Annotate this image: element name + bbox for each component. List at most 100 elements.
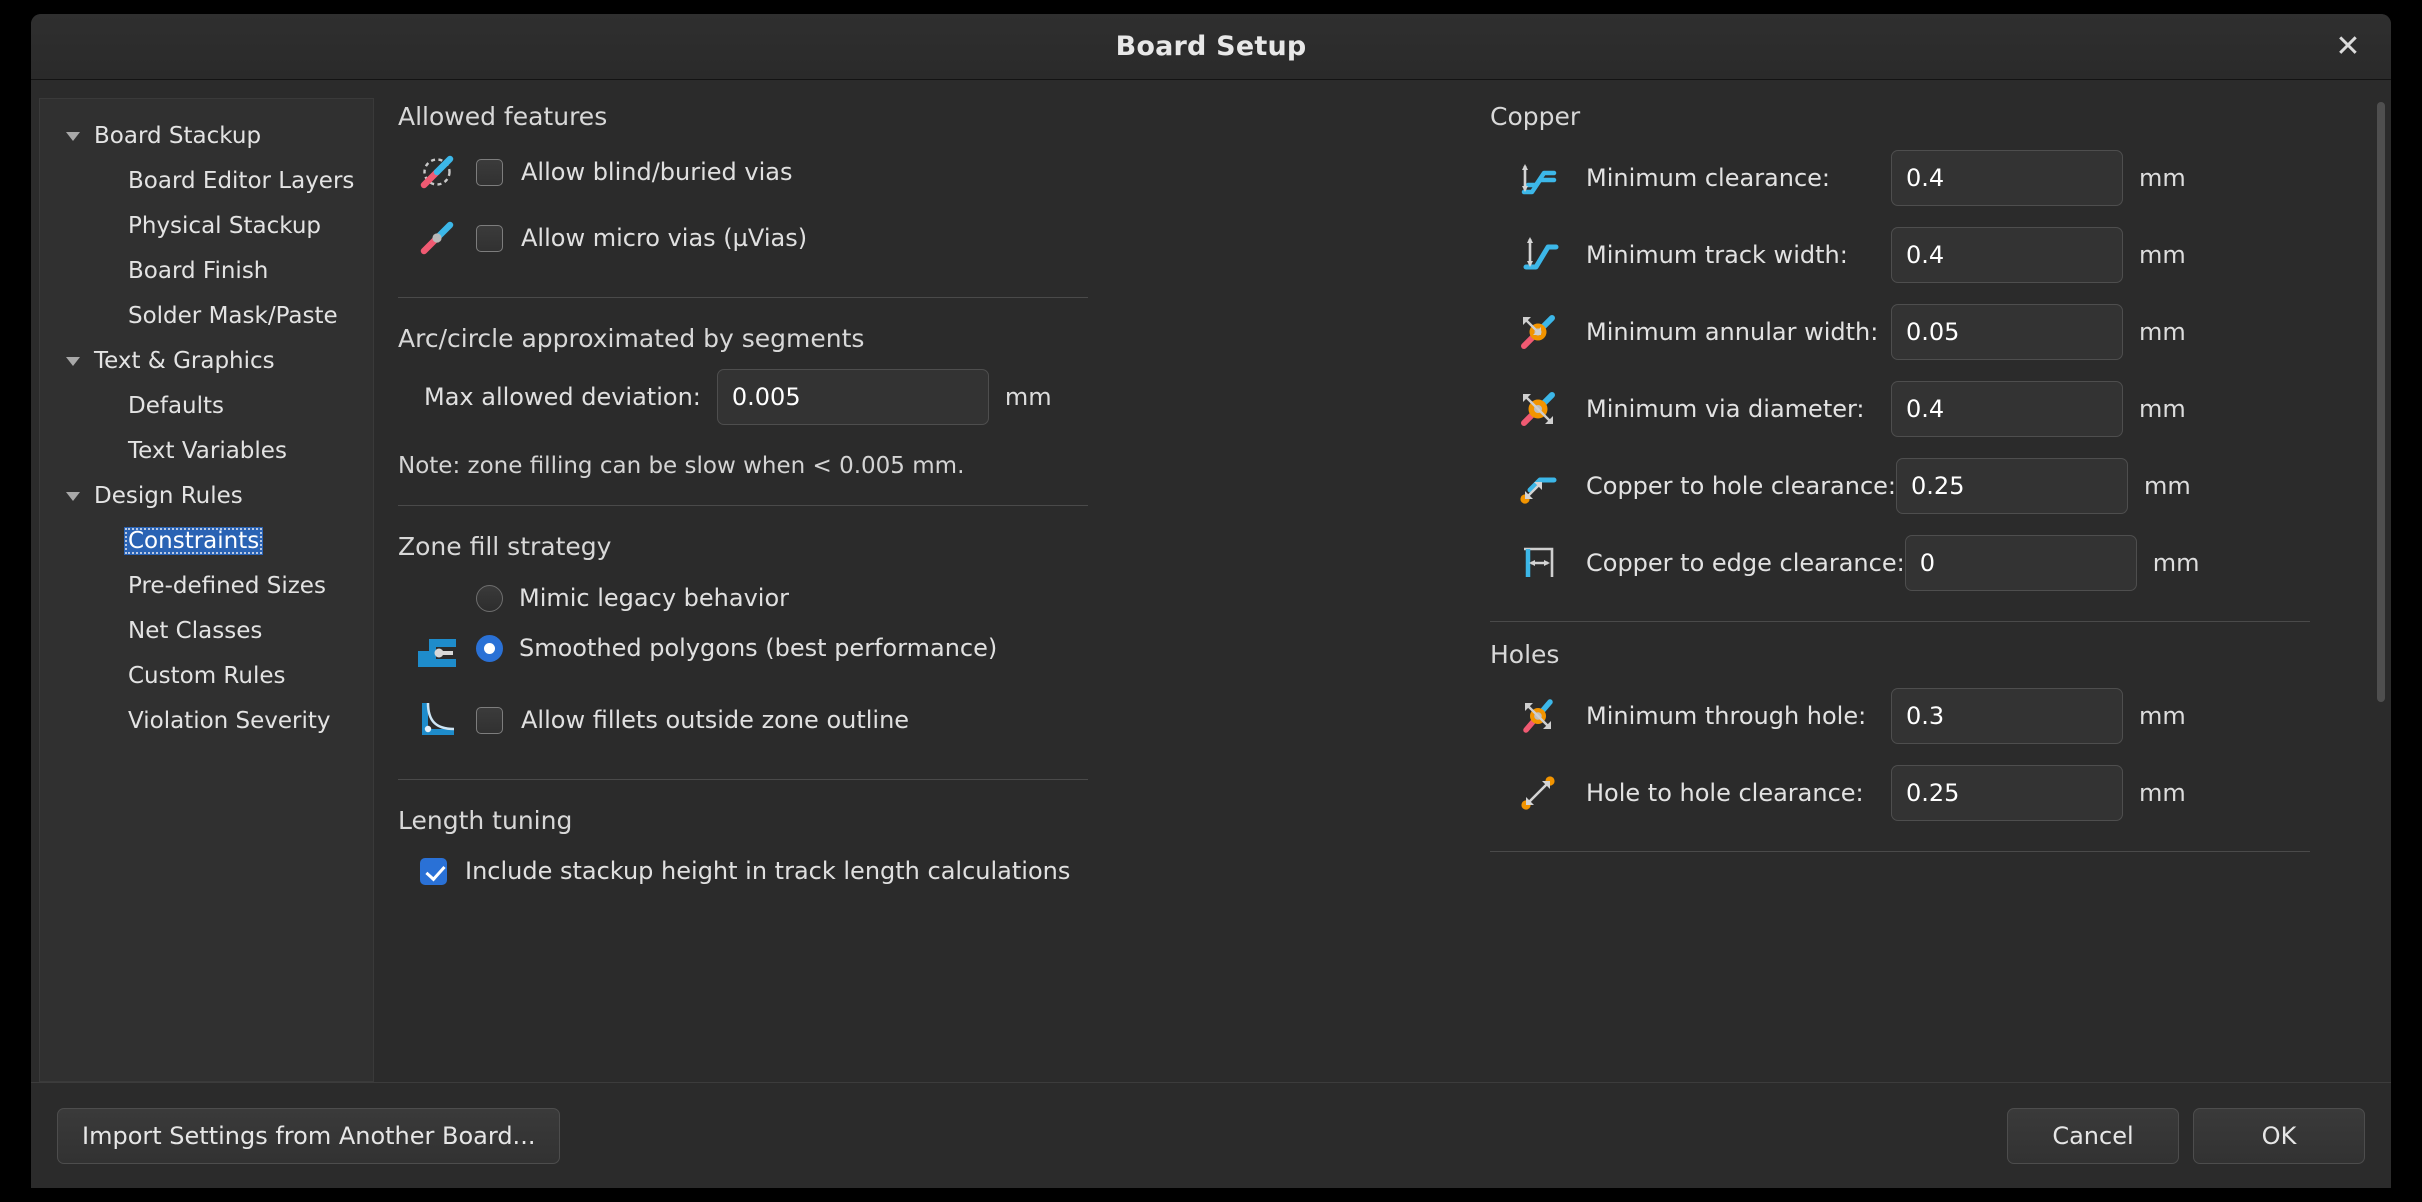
- zone-fill-option-smoothed-radio[interactable]: [476, 635, 503, 662]
- cancel-button[interactable]: Cancel: [2007, 1108, 2179, 1164]
- allow-blind-buried-checkbox[interactable]: [476, 159, 503, 186]
- minimum-clearance-input[interactable]: [1891, 150, 2123, 206]
- sidebar-item-solder-mask-paste[interactable]: Solder Mask/Paste: [40, 293, 373, 338]
- allow-micro-vias-label: Allow micro vias (µVias): [521, 224, 807, 252]
- sidebar-item-label: Board Stackup: [90, 122, 265, 150]
- minimum-track-width-row: Minimum track width:mm: [1490, 216, 2375, 293]
- include-stackup-label: Include stackup height in track length c…: [465, 857, 1070, 885]
- via-micro-icon: [398, 215, 476, 261]
- max-deviation-unit: mm: [1005, 383, 1052, 411]
- zone-fill-icon: [398, 575, 476, 671]
- field-label: Minimum via diameter:: [1586, 395, 1891, 423]
- minimum-track-width-input[interactable]: [1891, 227, 2123, 283]
- zone-fill-option-mimic-radio[interactable]: [476, 585, 503, 612]
- field-label: Minimum clearance:: [1586, 164, 1891, 192]
- field-label: Hole to hole clearance:: [1586, 779, 1891, 807]
- sidebar-item-text-graphics[interactable]: Text & Graphics: [40, 338, 373, 383]
- allow-blind-buried-row[interactable]: Allow blind/buried vias: [398, 139, 1418, 205]
- minimum-annular-width-row: Minimum annular width:mm: [1490, 293, 2375, 370]
- divider-copper-holes: [1490, 621, 2310, 622]
- hole-to-hole-clearance-input[interactable]: [1891, 765, 2123, 821]
- copper-to-hole-icon: [1490, 463, 1586, 509]
- zone-fill-heading: Zone fill strategy: [398, 532, 1418, 561]
- sidebar-item-label: Custom Rules: [124, 662, 289, 690]
- field-unit: mm: [2139, 779, 2186, 807]
- sidebar-item-label: Net Classes: [124, 617, 266, 645]
- max-deviation-row: Max allowed deviation: mm: [398, 369, 1418, 425]
- chevron-down-icon[interactable]: [56, 351, 90, 371]
- field-unit: mm: [2139, 241, 2186, 269]
- via-blind-buried-icon: [398, 149, 476, 195]
- divider-3: [398, 779, 1088, 780]
- sidebar-item-label: Design Rules: [90, 482, 247, 510]
- sidebar-item-label: Text & Graphics: [90, 347, 279, 375]
- close-icon[interactable]: ✕: [2327, 26, 2369, 68]
- min-track-width-icon: [1490, 232, 1586, 278]
- sidebar-item-physical-stackup[interactable]: Physical Stackup: [40, 203, 373, 248]
- panel-scrollbar[interactable]: [2375, 102, 2387, 1078]
- field-unit: mm: [2153, 549, 2200, 577]
- field-unit: mm: [2139, 702, 2186, 730]
- allow-micro-vias-checkbox[interactable]: [476, 225, 503, 252]
- sidebar-item-label: Board Finish: [124, 257, 272, 285]
- chevron-down-icon[interactable]: [56, 486, 90, 506]
- allow-micro-vias-row[interactable]: Allow micro vias (µVias): [398, 205, 1418, 271]
- sidebar-item-label: Constraints: [124, 527, 263, 555]
- zone-fill-option-mimic-label: Mimic legacy behavior: [519, 584, 789, 612]
- sidebar-item-label: Physical Stackup: [124, 212, 325, 240]
- divider-2: [398, 505, 1088, 506]
- minimum-via-diameter-input[interactable]: [1891, 381, 2123, 437]
- max-deviation-input[interactable]: [717, 369, 989, 425]
- zone-fill-option-mimic-row[interactable]: Mimic legacy behavior: [476, 573, 1418, 623]
- sidebar-item-design-rules[interactable]: Design Rules: [40, 473, 373, 518]
- sidebar-item-label: Pre-defined Sizes: [124, 572, 330, 600]
- max-deviation-label: Max allowed deviation:: [424, 383, 701, 411]
- sidebar-item-constraints[interactable]: Constraints: [40, 518, 373, 563]
- sidebar-item-label: Solder Mask/Paste: [124, 302, 342, 330]
- settings-tree[interactable]: Board Stackup Board Editor Layers Physical…: [39, 98, 374, 1082]
- allow-fillets-checkbox[interactable]: [476, 707, 503, 734]
- sidebar-item-defaults[interactable]: Defaults: [40, 383, 373, 428]
- minimum-annular-width-input[interactable]: [1891, 304, 2123, 360]
- zone-fill-note: Note: zone filling can be slow when < 0.…: [398, 453, 1418, 479]
- sidebar-item-text-variables[interactable]: Text Variables: [40, 428, 373, 473]
- sidebar-item-net-classes[interactable]: Net Classes: [40, 608, 373, 653]
- sidebar-item-pre-defined-sizes[interactable]: Pre-defined Sizes: [40, 563, 373, 608]
- min-through-hole-icon: [1490, 693, 1586, 739]
- copper-to-edge-clearance-input[interactable]: [1905, 535, 2137, 591]
- field-unit: mm: [2139, 395, 2186, 423]
- sidebar-item-board-finish[interactable]: Board Finish: [40, 248, 373, 293]
- sidebar-item-violation-severity[interactable]: Violation Severity: [40, 698, 373, 743]
- length-tuning-heading: Length tuning: [398, 806, 1418, 835]
- panel-scrollbar-thumb[interactable]: [2377, 102, 2385, 702]
- title-bar: Board Setup ✕: [31, 14, 2391, 80]
- holes-field-list: Minimum through hole: mm Hole to hole clea…: [1490, 677, 2375, 831]
- hole-to-hole-icon: [1490, 770, 1586, 816]
- allow-fillets-row[interactable]: Allow fillets outside zone outline: [398, 687, 1418, 753]
- field-label: Copper to hole clearance:: [1586, 472, 1896, 500]
- sidebar-item-label: Text Variables: [124, 437, 291, 465]
- copper-to-hole-clearance-input[interactable]: [1896, 458, 2128, 514]
- arc-circle-heading: Arc/circle approximated by segments: [398, 324, 1418, 353]
- zone-fill-option-smoothed-row[interactable]: Smoothed polygons (best performance): [476, 623, 1418, 673]
- sidebar-item-custom-rules[interactable]: Custom Rules: [40, 653, 373, 698]
- chevron-down-icon[interactable]: [56, 126, 90, 146]
- left-column: Allowed features Allow blind/buried vias: [398, 98, 1418, 1082]
- ok-button[interactable]: OK: [2193, 1108, 2365, 1164]
- page-title: Board Setup: [1116, 31, 1307, 62]
- dialog-body: Board Stackup Board Editor Layers Physical…: [31, 80, 2391, 1082]
- include-stackup-row[interactable]: Include stackup height in track length c…: [398, 843, 1418, 899]
- divider-holes-bottom: [1490, 851, 2310, 852]
- field-label: Minimum through hole:: [1586, 702, 1891, 730]
- field-label: Minimum annular width:: [1586, 318, 1891, 346]
- divider-1: [398, 297, 1088, 298]
- holes-heading: Holes: [1490, 640, 2375, 669]
- copper-to-edge-clearance-row: Copper to edge clearance: mm: [1490, 524, 2375, 601]
- sidebar-item-board-stackup[interactable]: Board Stackup: [40, 113, 373, 158]
- sidebar-item-label: Board Editor Layers: [124, 167, 358, 195]
- sidebar-item-board-editor-layers[interactable]: Board Editor Layers: [40, 158, 373, 203]
- include-stackup-checkbox[interactable]: [420, 858, 447, 885]
- import-settings-button[interactable]: Import Settings from Another Board...: [57, 1108, 560, 1164]
- minimum-through-hole-input[interactable]: [1891, 688, 2123, 744]
- field-label: Copper to edge clearance:: [1586, 549, 1905, 577]
